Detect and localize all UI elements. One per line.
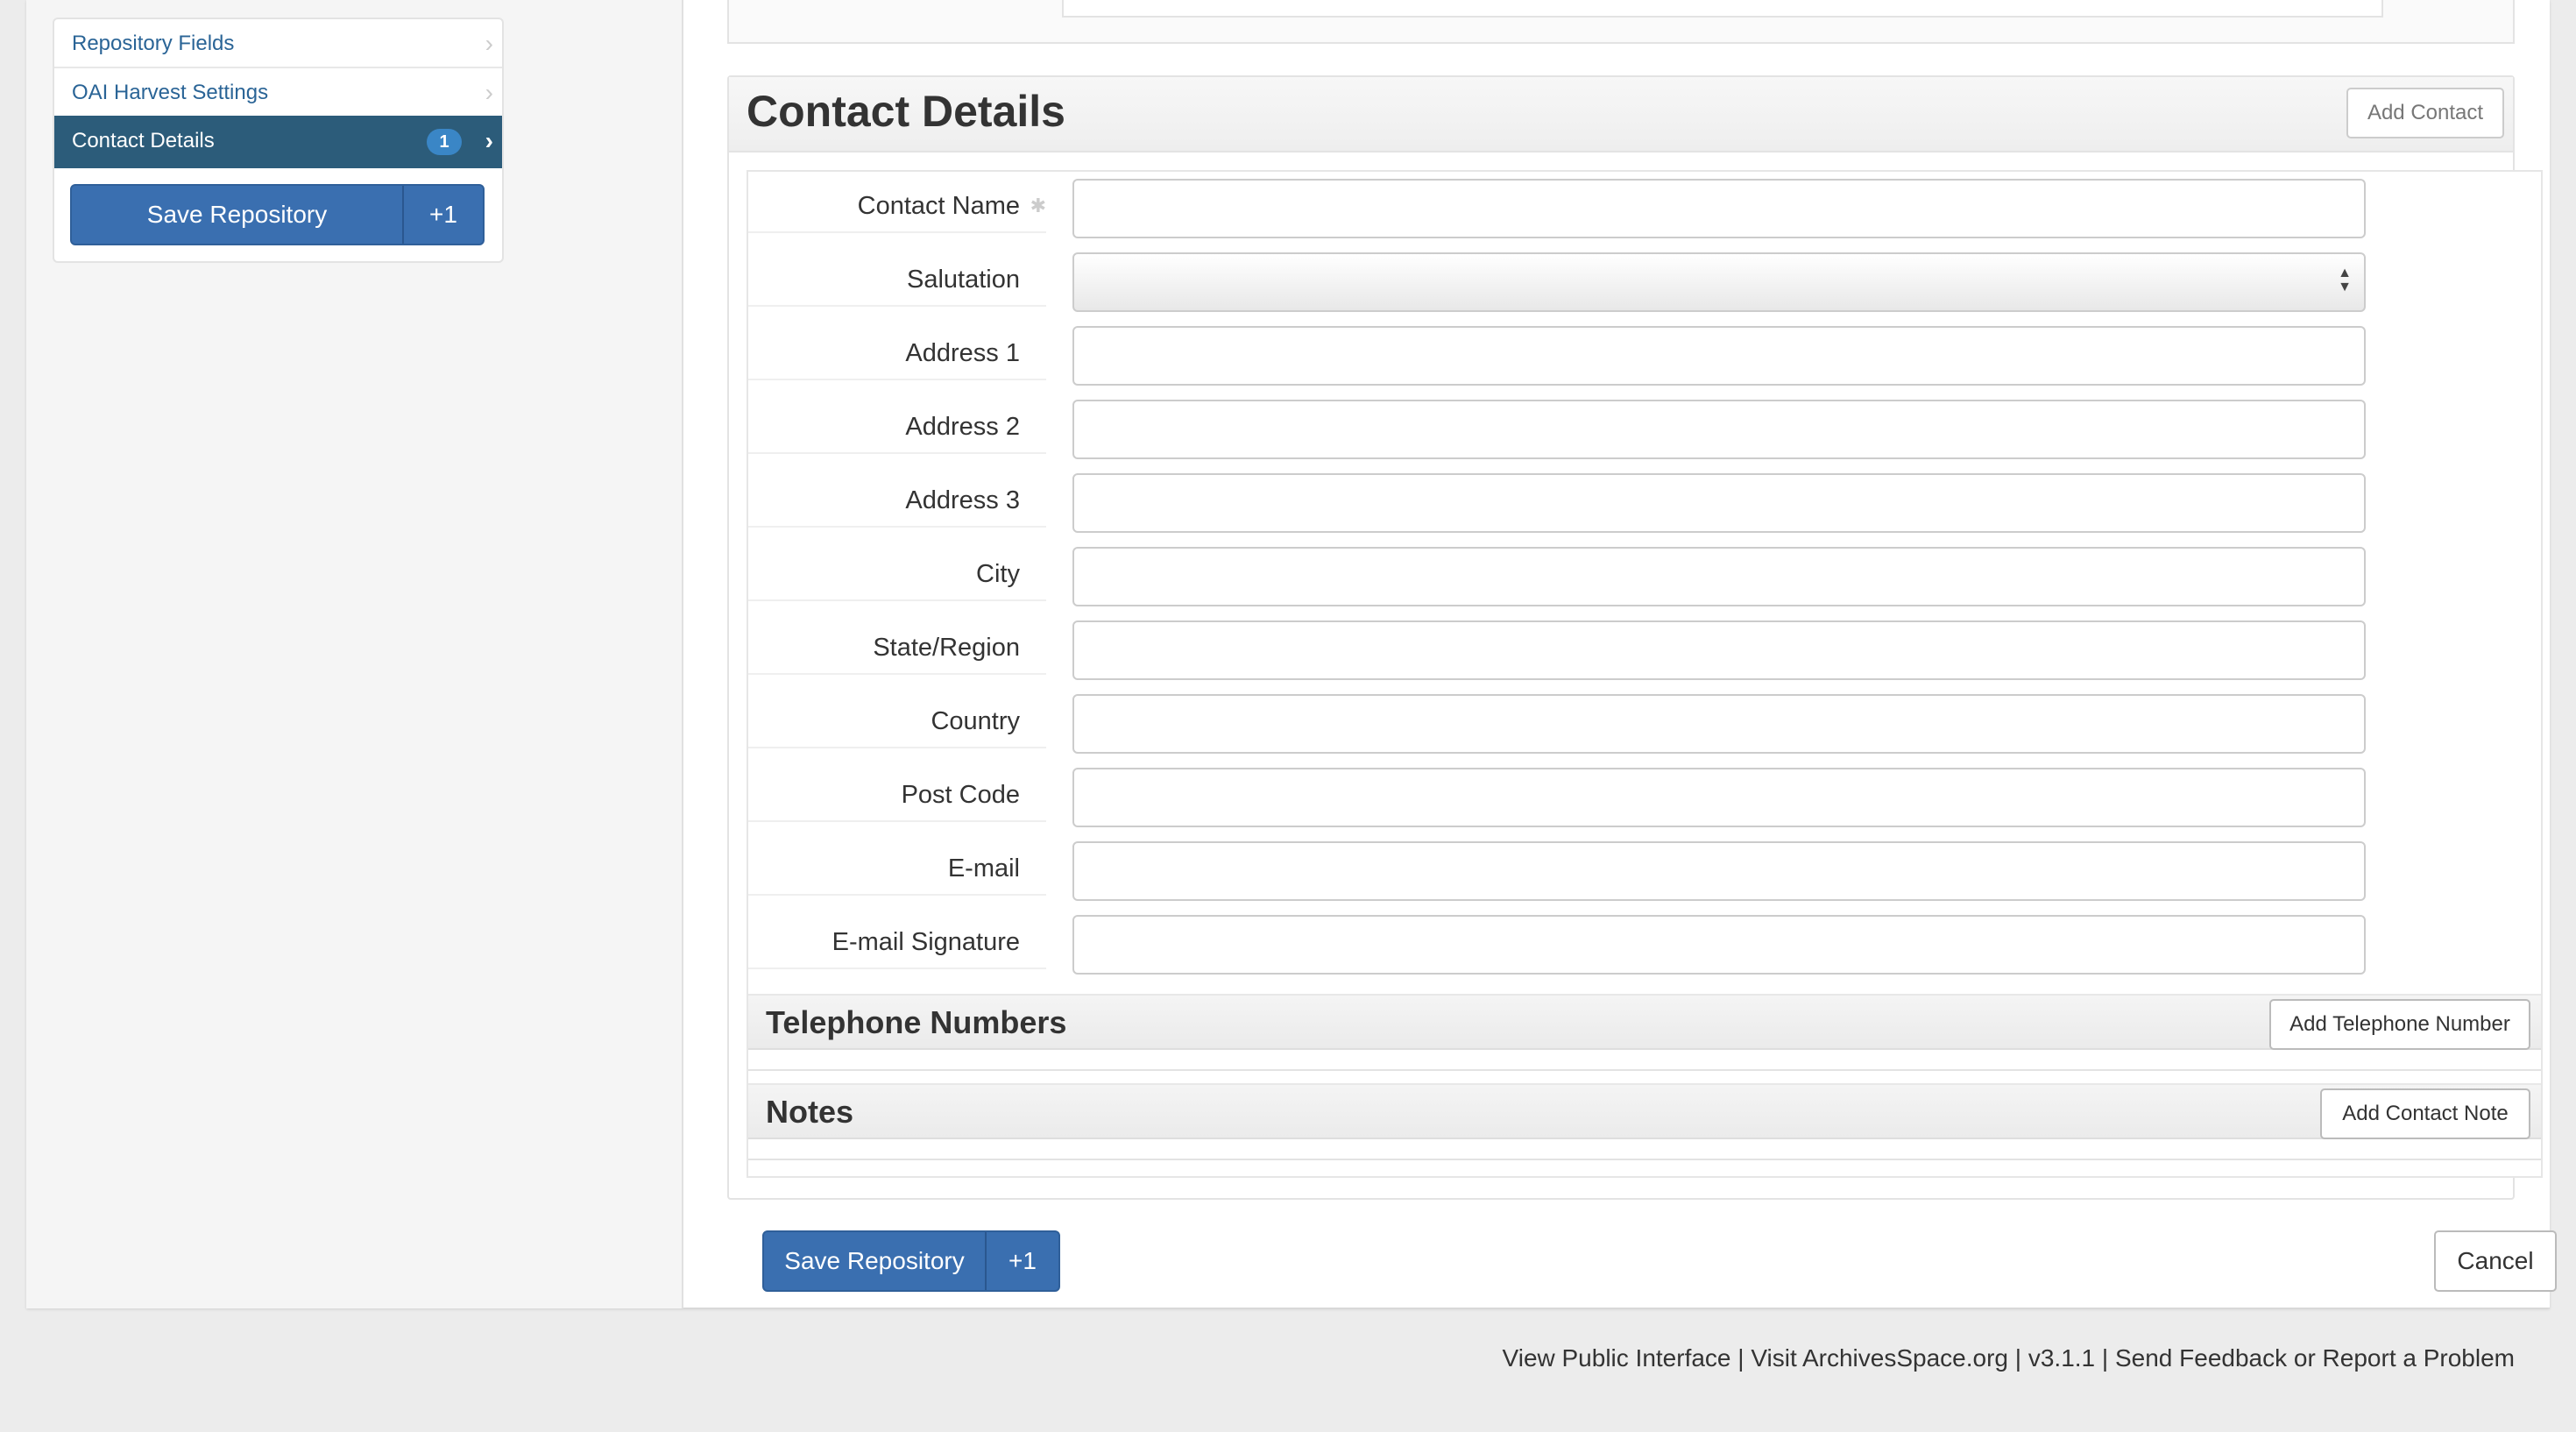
section-title: Contact Details [747, 87, 1065, 136]
contact-details-section: Contact Details Add Contact Contact Name… [727, 75, 2543, 1200]
notes-header: Notes Add Contact Note [748, 1083, 2541, 1139]
field-row-address-3: Address 3 [748, 473, 2541, 547]
city-input[interactable] [1072, 547, 2366, 606]
country-input[interactable] [1072, 694, 2366, 754]
address-3-input[interactable] [1072, 473, 2366, 533]
sidebar-save-button[interactable]: Save Repository +1 [70, 184, 485, 245]
count-badge: 1 [427, 129, 462, 155]
select-arrows-icon: ▲ ▼ [2338, 266, 2352, 294]
section-header: Contact Details Add Contact [729, 77, 2513, 152]
telephone-numbers-body [748, 1050, 2541, 1071]
required-icon: ✱ [1030, 195, 1046, 216]
previous-section-panel [727, 0, 2515, 44]
contact-name-label: Contact Name [857, 192, 1020, 220]
notes-title: Notes [766, 1094, 854, 1130]
field-label: City [748, 547, 1046, 601]
field-label: Address 1 [748, 326, 1046, 380]
field-row-post-code: Post Code [748, 768, 2541, 841]
field-label: Address 2 [748, 400, 1046, 454]
footer-separator: | [2008, 1344, 2028, 1372]
email-signature-input[interactable] [1072, 915, 2366, 975]
field-row-state-region: State/Region [748, 620, 2541, 694]
field-row-contact-name: Contact Name ✱ [748, 179, 2541, 252]
state-region-input[interactable] [1072, 620, 2366, 680]
post-code-input[interactable] [1072, 768, 2366, 827]
field-label: E-mail [748, 841, 1046, 896]
sidebar-item-label: Repository Fields [72, 32, 235, 55]
email-input[interactable] [1072, 841, 2366, 901]
field-row-salutation: Salutation ▲ ▼ [748, 252, 2541, 326]
field-row-email-signature: E-mail Signature [748, 915, 2541, 989]
field-row-address-2: Address 2 [748, 400, 2541, 473]
save-button-label[interactable]: Save Repository [764, 1232, 985, 1290]
main-card: Repository Fields › OAI Harvest Settings… [26, 0, 2557, 1308]
field-label: Country [748, 694, 1046, 748]
cancel-button[interactable]: Cancel [2434, 1230, 2557, 1292]
view-public-interface-link[interactable]: View Public Interface [1503, 1344, 1731, 1372]
main-content: Contact Details Add Contact Contact Name… [683, 0, 2557, 1308]
field-row-email: E-mail [748, 841, 2541, 915]
sidebar-item-repository-fields[interactable]: Repository Fields › [54, 19, 502, 68]
form-save-button[interactable]: Save Repository +1 [762, 1230, 1060, 1292]
field-label: Contact Name ✱ [748, 179, 1046, 233]
footer-separator: | [2095, 1344, 2115, 1372]
save-button-label[interactable]: Save Repository [72, 186, 402, 244]
chevron-right-icon: › [485, 127, 493, 154]
field-row-city: City [748, 547, 2541, 620]
telephone-numbers-title: Telephone Numbers [766, 1004, 1067, 1040]
sidebar-item-label: Contact Details [72, 129, 215, 152]
add-contact-button[interactable]: Add Contact [2346, 88, 2504, 138]
send-feedback-link[interactable]: Send Feedback or Report a Problem [2115, 1344, 2515, 1372]
field-label: Post Code [748, 768, 1046, 822]
sidebar-item-contact-details[interactable]: Contact Details 1 › [54, 116, 502, 168]
field-row-address-1: Address 1 [748, 326, 2541, 400]
salutation-select[interactable]: ▲ ▼ [1072, 252, 2366, 312]
add-telephone-number-button[interactable]: Add Telephone Number [2269, 999, 2530, 1050]
address-2-input[interactable] [1072, 400, 2366, 459]
visit-archivesspace-link[interactable]: Visit ArchivesSpace.org [1751, 1344, 2008, 1372]
sidebar: Repository Fields › OAI Harvest Settings… [26, 0, 683, 1308]
field-row-country: Country [748, 694, 2541, 768]
chevron-right-icon: › [485, 79, 493, 106]
notes-body [748, 1139, 2541, 1160]
telephone-numbers-header: Telephone Numbers Add Telephone Number [748, 994, 2541, 1050]
chevron-right-icon: › [485, 30, 493, 57]
footer-separator: | [1730, 1344, 1752, 1372]
address-1-input[interactable] [1072, 326, 2366, 386]
save-plus-one-button[interactable]: +1 [985, 1232, 1058, 1290]
contact-name-input[interactable] [1072, 179, 2366, 238]
field-label: State/Region [748, 620, 1046, 675]
contact-subform: Contact Name ✱ Salutation ▲▼ Address 1 [747, 170, 2543, 1178]
save-plus-one-button[interactable]: +1 [402, 186, 483, 244]
field-label: Salutation [748, 252, 1046, 307]
field-label: Address 3 [748, 473, 1046, 528]
add-contact-note-button[interactable]: Add Contact Note [2320, 1088, 2530, 1139]
footer: View Public Interface | Visit ArchivesSp… [1503, 1344, 2515, 1372]
sidebar-item-oai-harvest-settings[interactable]: OAI Harvest Settings › [54, 68, 502, 117]
sidebar-item-label: OAI Harvest Settings [72, 81, 269, 104]
version-label: v3.1.1 [2028, 1344, 2096, 1372]
previous-section-field [1062, 0, 2383, 18]
field-label: E-mail Signature [748, 915, 1046, 969]
